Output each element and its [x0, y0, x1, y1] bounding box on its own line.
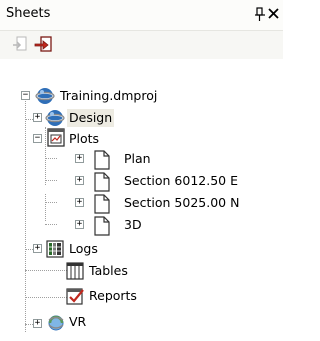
tree-item-label: Section 6012.50 E	[124, 173, 238, 188]
page-icon	[94, 194, 110, 214]
tree-item-label: Design	[67, 109, 115, 127]
vr-icon	[48, 315, 64, 331]
tree-item-plots[interactable]: − Plots	[0, 128, 283, 150]
collapse-toggle[interactable]: −	[21, 90, 30, 100]
page-icon	[94, 150, 110, 170]
reports-icon	[66, 288, 84, 305]
tree-item-section-6012[interactable]: + Section 6012.50 E	[0, 172, 283, 194]
logs-icon	[46, 240, 64, 258]
tree-item-label: Plan	[124, 151, 151, 166]
expand-toggle[interactable]: +	[75, 219, 84, 229]
expand-toggle[interactable]: +	[33, 112, 42, 122]
import-sheet-icon[interactable]	[10, 34, 32, 56]
tree-item-tables[interactable]: Tables	[0, 261, 283, 283]
panel-title: Sheets	[6, 6, 51, 21]
tree-item-label: VR	[69, 314, 87, 329]
tree-item-label: 3D	[124, 217, 142, 232]
tree-item-logs[interactable]: + Logs	[0, 239, 283, 261]
panel-titlebar: Sheets	[0, 0, 283, 31]
pin-icon[interactable]	[255, 7, 265, 22]
plot-sheet-icon	[47, 128, 65, 147]
tree-item-label: Reports	[89, 288, 137, 303]
tables-icon	[66, 262, 84, 280]
tree-item-label: Tables	[89, 263, 128, 278]
expand-toggle[interactable]: +	[75, 153, 84, 163]
expand-toggle[interactable]: +	[75, 175, 84, 185]
close-icon[interactable]	[268, 7, 280, 21]
tree-item-label: Logs	[69, 241, 98, 256]
tree-item-section-5025[interactable]: + Section 5025.00 N	[0, 194, 283, 216]
page-icon	[94, 216, 110, 236]
tree-item-label: Section 5025.00 N	[124, 195, 240, 210]
tree-item-label: Training.dmproj	[60, 88, 158, 103]
expand-toggle[interactable]: +	[75, 197, 84, 207]
tree-item-design[interactable]: + Design	[0, 107, 283, 129]
sheets-tree: − Training.dmproj + Design − Plots + Pla…	[0, 59, 283, 341]
expand-toggle[interactable]: +	[33, 243, 42, 253]
tree-item-reports[interactable]: Reports	[0, 286, 283, 308]
globe-icon	[45, 110, 65, 126]
globe-icon	[35, 88, 55, 104]
collapse-toggle[interactable]: −	[33, 133, 42, 143]
export-sheet-icon[interactable]	[33, 34, 55, 56]
tree-item-vr[interactable]: + VR	[0, 312, 283, 334]
expand-toggle[interactable]: +	[33, 318, 42, 328]
tree-item-root[interactable]: − Training.dmproj	[0, 85, 283, 107]
tree-item-label: Plots	[69, 131, 100, 146]
tree-item-3d[interactable]: + 3D	[0, 216, 283, 238]
page-icon	[94, 172, 110, 192]
tree-item-plan[interactable]: + Plan	[0, 150, 283, 172]
toolbar	[0, 31, 283, 59]
